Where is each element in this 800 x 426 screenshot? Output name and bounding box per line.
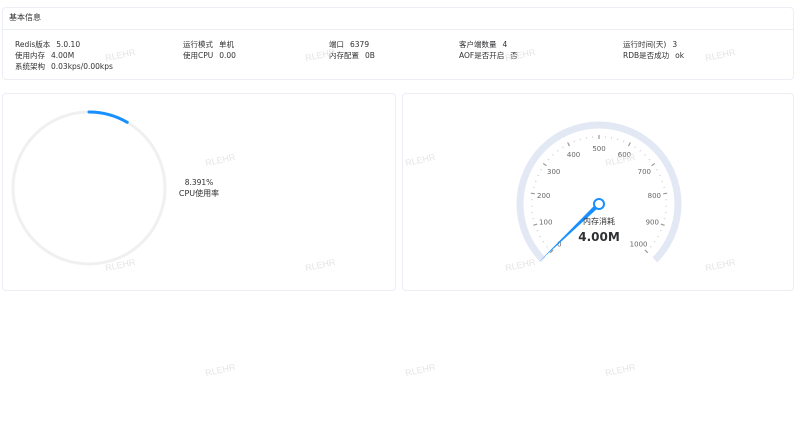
basic-info-title: 基本信息 [3, 8, 793, 30]
info-item-label: Redis版本 [15, 40, 51, 49]
info-item: 客户端数量 4 [459, 39, 507, 50]
memory-gauge-minor-tick [653, 241, 656, 243]
memory-gauge-title: 内存消耗 [583, 216, 615, 226]
memory-gauge-tick-label: 100 [539, 218, 552, 226]
memory-gauge-minor-tick [537, 174, 539, 177]
memory-usage-card: 0 100 200 300 400 500 600 700 800 900 1000 内存消耗 4.… [402, 93, 794, 291]
cpu-gauge-progress [87, 110, 129, 124]
memory-gauge-major-tick [644, 249, 649, 254]
memory-gauge-tick-label: 400 [567, 151, 580, 159]
info-item: 内存配置 0B [329, 50, 375, 61]
memory-gauge-tick-label: 500 [592, 145, 605, 153]
info-item: RDB是否成功 ok [623, 50, 684, 61]
watermark-text: RLEHR [204, 361, 237, 379]
memory-gauge-tick-label: 900 [646, 218, 659, 226]
info-item: Redis版本 5.0.10 [15, 39, 80, 50]
info-item-label: 端口 [329, 40, 344, 49]
cpu-usage-label: CPU使用率 [179, 188, 219, 198]
memory-gauge-major-tick [651, 162, 656, 167]
memory-gauge-major-tick [533, 223, 538, 226]
memory-gauge-major-tick [567, 142, 571, 147]
memory-gauge-tick-label: 700 [638, 168, 651, 176]
memory-gauge-tick-label: 600 [618, 151, 631, 159]
info-item: 系统架构 0.03kps/0.00kps [15, 61, 113, 72]
memory-gauge-tick-label: 1000 [630, 241, 648, 249]
info-item-value: ok [675, 51, 685, 60]
info-item-label: 客户端数量 [459, 40, 497, 49]
cpu-usage-gauge: 8.391% CPU使用率 [11, 110, 219, 266]
info-item-value: 5.0.10 [56, 40, 81, 49]
info-item-value: 0.03kps/0.00kps [51, 62, 113, 71]
memory-gauge-tick-label: 800 [648, 192, 661, 200]
info-item-label: RDB是否成功 [623, 51, 670, 60]
info-item-value: 否 [510, 51, 518, 60]
memory-gauge-major-tick [542, 162, 547, 167]
info-item-label: 运行模式 [183, 40, 213, 49]
memory-gauge-minor-tick [573, 140, 575, 143]
memory-gauge-tick-label: 300 [547, 168, 560, 176]
memory-gauge-minor-tick [542, 241, 545, 243]
info-item-value: 0.00 [219, 51, 236, 60]
watermark-text: RLEHR [404, 361, 437, 379]
memory-usage-gauge: 01002003004005006007008009001000 内存消耗 4.… [516, 121, 682, 263]
cpu-usage-card: 8.391% CPU使用率 [2, 93, 396, 291]
info-item: 运行模式 单机 [183, 39, 234, 50]
memory-gauge-major-tick [530, 192, 535, 195]
info-item: 运行时间(天) 3 [623, 39, 677, 50]
info-item-label: AOF是否开启 [459, 51, 505, 60]
memory-gauge-value: 4.00M [578, 230, 620, 244]
memory-gauge-minor-tick [539, 235, 541, 238]
info-item-value: 单机 [219, 40, 234, 49]
basic-info-card: 基本信息 Redis版本 5.0.10 运行模式 单机 端口 6379 客户端数量 4 运行时间… [2, 7, 794, 80]
info-item-label: 运行时间(天) [623, 40, 667, 49]
info-item-value: 3 [672, 40, 678, 49]
info-item-value: 4 [502, 40, 508, 49]
info-item-label: 内存配置 [329, 51, 359, 60]
info-item-label: 系统架构 [15, 62, 45, 71]
memory-gauge-minor-tick [661, 180, 664, 182]
memory-gauge-minor-tick [659, 230, 662, 232]
info-item-label: 使用内存 [15, 51, 45, 60]
memory-gauge-major-tick [660, 223, 665, 226]
memory-gauge-minor-tick [562, 146, 564, 149]
info-item-value: 6379 [350, 40, 370, 49]
memory-gauge-minor-tick [557, 150, 559, 152]
memory-gauge-minor-tick [536, 230, 539, 232]
info-item-value: 4.00M [51, 51, 75, 60]
memory-gauge-tick-label: 200 [537, 192, 550, 200]
info-item-label: 使用CPU [183, 51, 214, 60]
memory-gauge-minor-tick [657, 235, 659, 238]
redis-monitor-page: 基本信息 Redis版本 5.0.10 运行模式 单机 端口 6379 客户端数量 4 运行时间… [0, 0, 800, 426]
memory-gauge-needle-anchor [593, 198, 605, 210]
memory-gauge-minor-tick [540, 169, 542, 171]
memory-gauge-minor-tick [552, 154, 554, 156]
memory-gauge-minor-tick [649, 246, 652, 248]
memory-gauge-minor-tick [547, 158, 550, 161]
memory-gauge-minor-tick [644, 154, 646, 156]
memory-gauge-minor-tick [546, 246, 549, 248]
info-item: 使用内存 4.00M [15, 50, 74, 61]
info-item: AOF是否开启否 [459, 50, 518, 61]
memory-gauge-minor-tick [656, 169, 658, 171]
memory-gauge-minor-tick [623, 140, 625, 143]
info-item: 使用CPU 0.00 [183, 50, 236, 61]
memory-gauge-major-tick [663, 192, 668, 195]
memory-gauge-minor-tick [634, 146, 636, 149]
memory-gauge-minor-tick [639, 150, 641, 152]
info-item: 端口 6379 [329, 39, 369, 50]
memory-gauge-minor-tick [659, 174, 661, 177]
info-item-value: 0B [365, 51, 375, 60]
watermark-text: RLEHR [604, 361, 637, 379]
memory-gauge-minor-tick [648, 158, 651, 161]
cpu-percent-text: 8.391% [185, 178, 214, 187]
cpu-gauge-track [11, 110, 167, 266]
memory-gauge-major-tick [627, 142, 631, 147]
memory-gauge-minor-tick [534, 180, 537, 182]
